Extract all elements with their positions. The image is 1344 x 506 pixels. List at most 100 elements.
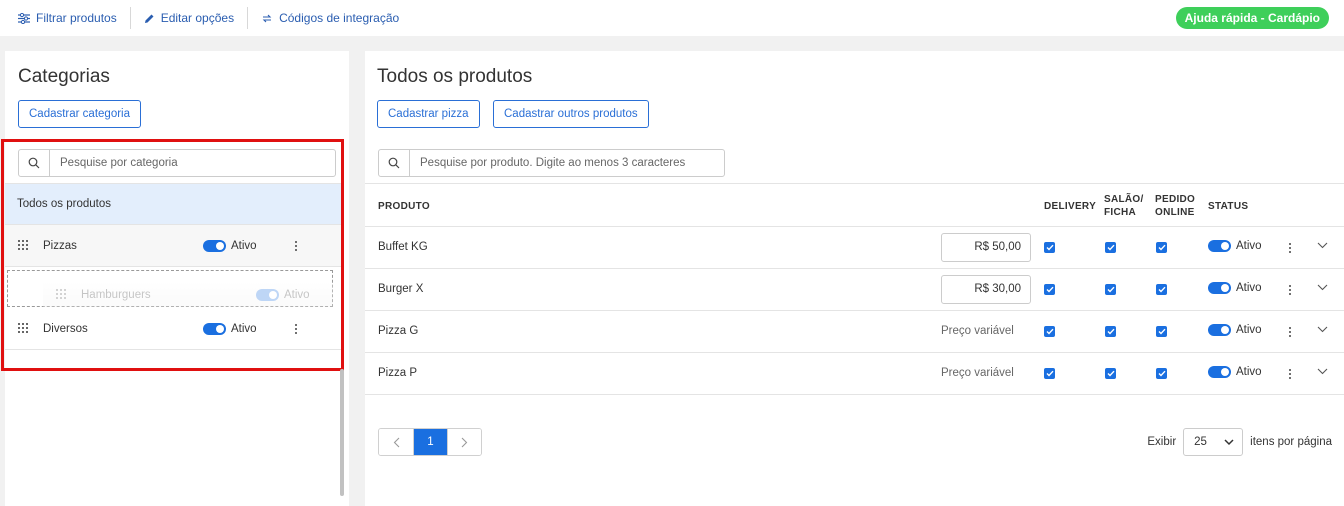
- product-search-input[interactable]: [410, 157, 724, 169]
- integration-codes-button[interactable]: Códigos de integração: [261, 7, 399, 29]
- status-label: Ativo: [1236, 282, 1262, 294]
- product-status-toggle[interactable]: Ativo: [1208, 366, 1262, 378]
- product-search: [378, 149, 725, 177]
- salao-checkbox[interactable]: [1105, 368, 1116, 379]
- search-icon: [379, 150, 410, 176]
- check-icon: [1107, 244, 1115, 251]
- products-panel: Todos os produtos Cadastrar pizza Cadast…: [365, 51, 1344, 506]
- check-icon: [1107, 370, 1115, 377]
- show-label: Exibir: [1147, 436, 1177, 448]
- chevron-down-icon[interactable]: [1317, 284, 1328, 291]
- online-order-checkbox[interactable]: [1156, 368, 1167, 379]
- table-row: Pizza P Preço variável Ativo: [365, 353, 1344, 395]
- column-header-status: STATUS: [1208, 201, 1249, 212]
- delivery-checkbox[interactable]: [1044, 368, 1055, 379]
- status-label: Ativo: [1236, 366, 1262, 378]
- per-page-value: 25: [1194, 436, 1207, 448]
- chevron-down-icon[interactable]: [1317, 242, 1328, 249]
- per-page-select[interactable]: 25: [1183, 428, 1244, 456]
- product-name: Buffet KG: [378, 241, 428, 253]
- chevron-down-icon: [1224, 438, 1234, 445]
- salao-checkbox[interactable]: [1105, 242, 1116, 253]
- toggle-switch[interactable]: [1208, 240, 1231, 252]
- status-label: Ativo: [1236, 240, 1262, 252]
- column-header-salao-line1: SALÃO/: [1104, 194, 1144, 205]
- toggle-switch[interactable]: [1208, 324, 1231, 336]
- kebab-icon[interactable]: [1285, 367, 1295, 381]
- pencil-icon: [144, 14, 154, 23]
- top-toolbar: Filtrar produtos Editar opções Códigos d…: [0, 0, 1344, 36]
- delivery-checkbox[interactable]: [1044, 242, 1055, 253]
- product-status-toggle[interactable]: Ativo: [1208, 282, 1262, 294]
- filter-products-button[interactable]: Filtrar produtos: [18, 7, 117, 29]
- check-icon: [1158, 244, 1166, 251]
- link-icon: [262, 14, 272, 22]
- delivery-checkbox[interactable]: [1044, 284, 1055, 295]
- column-header-product: PRODUTO: [378, 201, 430, 212]
- product-name: Burger X: [378, 283, 424, 295]
- quick-help-button[interactable]: Ajuda rápida - Cardápio: [1175, 7, 1329, 29]
- check-icon: [1046, 244, 1054, 251]
- online-order-checkbox[interactable]: [1156, 242, 1167, 253]
- check-icon: [1107, 286, 1115, 293]
- add-pizza-button[interactable]: Cadastrar pizza: [377, 100, 480, 128]
- chevron-down-icon[interactable]: [1317, 368, 1328, 375]
- chevron-left-icon: [393, 437, 399, 447]
- delivery-checkbox[interactable]: [1044, 326, 1055, 337]
- sliders-icon: [18, 12, 30, 24]
- pagination: 1: [378, 428, 482, 456]
- edit-options-label: Editar opções: [160, 11, 235, 25]
- price-input[interactable]: R$ 50,00: [941, 233, 1031, 262]
- divider: [247, 7, 249, 29]
- check-icon: [1046, 286, 1054, 293]
- variable-price-text: Preço variável: [941, 325, 1014, 337]
- toggle-switch[interactable]: [1208, 366, 1231, 378]
- salao-checkbox[interactable]: [1105, 284, 1116, 295]
- integration-codes-label: Códigos de integração: [279, 11, 400, 25]
- kebab-icon[interactable]: [1285, 283, 1295, 297]
- categories-title: Categorias: [18, 66, 110, 87]
- divider: [129, 7, 131, 29]
- highlight-box: [1, 139, 344, 371]
- status-label: Ativo: [1236, 324, 1262, 336]
- toggle-switch[interactable]: [1208, 282, 1231, 294]
- chevron-right-icon: [461, 437, 468, 447]
- column-header-pedido-line1: PEDIDO: [1155, 194, 1196, 205]
- column-header-pedido-line2: ONLINE: [1155, 207, 1195, 218]
- check-icon: [1046, 328, 1054, 335]
- edit-options-button[interactable]: Editar opções: [144, 7, 234, 29]
- product-status-toggle[interactable]: Ativo: [1208, 324, 1262, 336]
- online-order-checkbox[interactable]: [1156, 284, 1167, 295]
- salao-checkbox[interactable]: [1105, 326, 1116, 337]
- check-icon: [1046, 370, 1054, 377]
- column-header-delivery: DELIVERY: [1044, 201, 1097, 212]
- add-other-products-button[interactable]: Cadastrar outros produtos: [493, 100, 649, 128]
- check-icon: [1158, 370, 1166, 377]
- product-name: Pizza P: [378, 367, 417, 379]
- table-row: Buffet KG R$ 50,00 Ativo: [365, 227, 1344, 269]
- variable-price-text: Preço variável: [941, 367, 1014, 379]
- kebab-icon[interactable]: [1285, 325, 1295, 339]
- check-icon: [1158, 328, 1166, 335]
- page-1-button[interactable]: 1: [413, 429, 447, 455]
- items-per-page: Exibir 25 itens por página: [1147, 428, 1332, 456]
- table-row: Pizza G Preço variável Ativo: [365, 311, 1344, 353]
- online-order-checkbox[interactable]: [1156, 326, 1167, 337]
- kebab-icon[interactable]: [1285, 241, 1295, 255]
- products-title: Todos os produtos: [377, 66, 533, 87]
- next-page-button[interactable]: [447, 429, 481, 455]
- table-row: Burger X R$ 30,00 Ativo: [365, 269, 1344, 311]
- column-header-salao-line2: FICHA: [1104, 207, 1137, 218]
- scrollbar[interactable]: [340, 369, 344, 496]
- product-status-toggle[interactable]: Ativo: [1208, 240, 1262, 252]
- table-header: PRODUTO DELIVERY SALÃO/ FICHA PEDIDO ONL…: [365, 183, 1344, 227]
- check-icon: [1158, 286, 1166, 293]
- chevron-down-icon[interactable]: [1317, 326, 1328, 333]
- add-category-button[interactable]: Cadastrar categoria: [18, 100, 141, 128]
- check-icon: [1107, 328, 1115, 335]
- filter-products-label: Filtrar produtos: [36, 11, 117, 25]
- per-page-suffix: itens por página: [1250, 436, 1332, 448]
- product-name: Pizza G: [378, 325, 419, 337]
- price-input[interactable]: R$ 30,00: [941, 275, 1031, 304]
- previous-page-button[interactable]: [379, 429, 413, 455]
